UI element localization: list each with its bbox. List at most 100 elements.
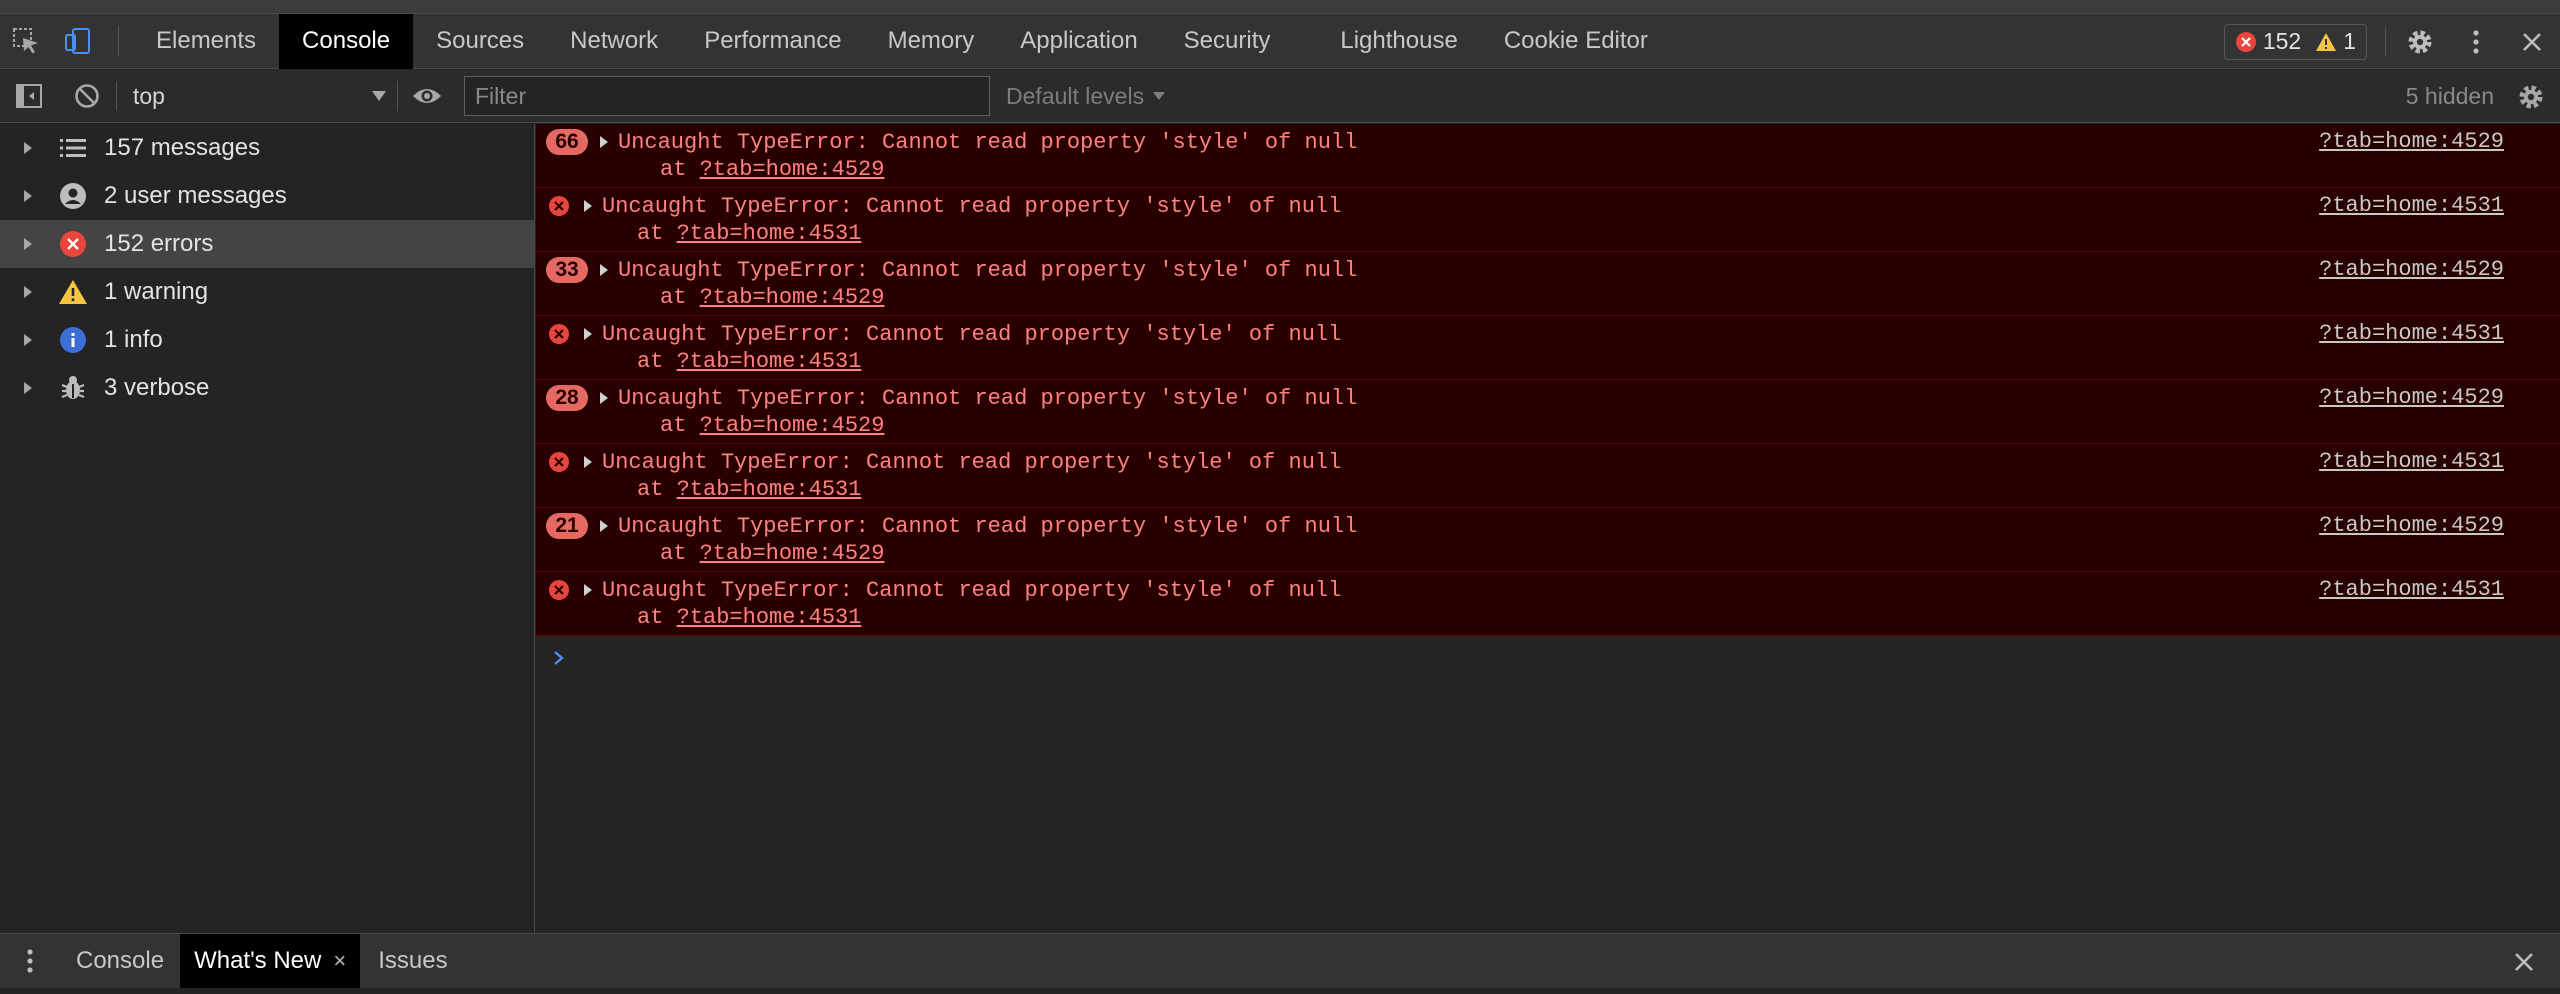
expand-arrow-icon[interactable]: [596, 391, 612, 405]
expand-arrow-icon[interactable]: [0, 381, 56, 395]
stack-frame-link[interactable]: ?tab=home:4529: [700, 157, 885, 182]
close-devtools-button[interactable]: [2504, 14, 2560, 69]
expand-arrow-icon[interactable]: [0, 285, 56, 299]
sidebar-item-errors[interactable]: 152 errors: [0, 220, 534, 268]
expand-arrow-icon[interactable]: [0, 333, 56, 347]
inspect-cursor-icon: [13, 28, 38, 54]
error-text: Uncaught TypeError: Cannot read property…: [602, 193, 1342, 219]
stack-frame-link[interactable]: ?tab=home:4529: [700, 285, 885, 310]
tab-memory[interactable]: Memory: [865, 14, 998, 69]
close-tab-icon[interactable]: ×: [333, 948, 346, 974]
drawer-tab-whats-new[interactable]: What's New ×: [180, 933, 361, 989]
drawer-tab-console[interactable]: Console: [60, 934, 180, 989]
sidebar-item-messages[interactable]: 157 messages: [0, 124, 534, 172]
error-icon: [546, 321, 572, 347]
expand-arrow-icon[interactable]: [596, 263, 612, 277]
console-messages: 66 Uncaught TypeError: Cannot read prope…: [536, 124, 2560, 933]
tab-security[interactable]: Security: [1161, 14, 1294, 69]
toggle-sidebar-button[interactable]: [0, 70, 58, 123]
source-link[interactable]: ?tab=home:4529: [2319, 129, 2504, 154]
source-link[interactable]: ?tab=home:4531: [2319, 321, 2504, 346]
warning-icon: [56, 278, 90, 306]
drawer-menu-button[interactable]: [0, 934, 60, 989]
tab-sources[interactable]: Sources: [413, 14, 547, 69]
expand-arrow-icon[interactable]: [580, 455, 596, 469]
tab-application[interactable]: Application: [997, 14, 1160, 69]
console-error-message[interactable]: Uncaught TypeError: Cannot read property…: [536, 316, 2560, 380]
stack-frame-link[interactable]: ?tab=home:4529: [700, 541, 885, 566]
close-drawer-button[interactable]: [2496, 934, 2552, 989]
sidebar-item-verbose[interactable]: 3 verbose: [0, 364, 534, 412]
stack-frame-link[interactable]: ?tab=home:4531: [677, 477, 862, 502]
stack-frame-link[interactable]: ?tab=home:4529: [700, 413, 885, 438]
stack-frame: at ?tab=home:4531: [637, 477, 862, 502]
console-error-message[interactable]: 66 Uncaught TypeError: Cannot read prope…: [536, 124, 2560, 188]
sidebar-item-label: 1 warning: [104, 278, 209, 305]
error-text: Uncaught TypeError: Cannot read property…: [602, 321, 1342, 347]
expand-arrow-icon[interactable]: [580, 327, 596, 341]
source-link[interactable]: ?tab=home:4529: [2319, 385, 2504, 410]
tab-lighthouse[interactable]: Lighthouse: [1317, 14, 1480, 69]
error-text: Uncaught TypeError: Cannot read property…: [602, 449, 1342, 475]
user-icon: [56, 182, 90, 210]
source-link[interactable]: ?tab=home:4531: [2319, 193, 2504, 218]
drawer-tab-issues[interactable]: Issues: [360, 934, 465, 989]
expand-arrow-icon[interactable]: [596, 519, 612, 533]
error-text: Uncaught TypeError: Cannot read property…: [618, 385, 1358, 411]
console-error-message[interactable]: 21 Uncaught TypeError: Cannot read prope…: [536, 508, 2560, 572]
issue-counter[interactable]: 152 1: [2223, 23, 2367, 60]
console-settings-button[interactable]: [2502, 70, 2560, 123]
console-toolbar: top Default levels 5 hidden: [0, 70, 2560, 123]
drawer-tab-bar: Console What's New × Issues: [0, 933, 2560, 989]
toolbar-divider: [2385, 26, 2386, 57]
tab-performance[interactable]: Performance: [681, 14, 864, 69]
more-options-button[interactable]: [2448, 14, 2504, 69]
clear-console-button[interactable]: [58, 70, 116, 123]
live-expression-button[interactable]: [398, 70, 456, 123]
source-link[interactable]: ?tab=home:4531: [2319, 449, 2504, 474]
console-error-message[interactable]: 33 Uncaught TypeError: Cannot read prope…: [536, 252, 2560, 316]
expand-arrow-icon[interactable]: [580, 199, 596, 213]
console-error-message[interactable]: Uncaught TypeError: Cannot read property…: [536, 188, 2560, 252]
log-levels-label: Default levels: [1006, 82, 1145, 109]
console-error-message[interactable]: 28 Uncaught TypeError: Cannot read prope…: [536, 380, 2560, 444]
stack-frame-link[interactable]: ?tab=home:4531: [677, 605, 862, 630]
warning-icon: [2316, 32, 2337, 51]
error-icon: [2235, 31, 2256, 52]
stack-frame: at ?tab=home:4531: [637, 349, 862, 374]
stack-frame-link[interactable]: ?tab=home:4531: [677, 349, 862, 374]
tab-console[interactable]: Console: [279, 13, 414, 69]
expand-arrow-icon[interactable]: [0, 237, 56, 251]
sidebar-item-info[interactable]: 1 info: [0, 316, 534, 364]
expand-arrow-icon[interactable]: [580, 583, 596, 597]
device-toolbar-button[interactable]: [52, 14, 104, 69]
repeat-count-badge: 21: [546, 513, 588, 539]
error-text: Uncaught TypeError: Cannot read property…: [618, 129, 1358, 155]
console-sidebar: 157 messages 2 user messages 152 errors …: [0, 124, 535, 933]
expand-arrow-icon[interactable]: [596, 135, 612, 149]
sidebar-item-warnings[interactable]: 1 warning: [0, 268, 534, 316]
console-prompt[interactable]: [536, 636, 2560, 680]
settings-button[interactable]: [2392, 14, 2448, 69]
context-selector[interactable]: top: [117, 76, 397, 116]
expand-arrow-icon[interactable]: [0, 141, 56, 155]
sidebar-item-user-messages[interactable]: 2 user messages: [0, 172, 534, 220]
log-levels-dropdown[interactable]: Default levels: [1006, 83, 1166, 110]
error-text: Uncaught TypeError: Cannot read property…: [602, 577, 1342, 603]
console-error-message[interactable]: Uncaught TypeError: Cannot read property…: [536, 444, 2560, 508]
tab-cookie-editor[interactable]: Cookie Editor: [1481, 14, 1671, 69]
expand-arrow-icon[interactable]: [0, 189, 56, 203]
kebab-menu-icon: [2473, 29, 2479, 54]
inspect-element-button[interactable]: [0, 14, 52, 69]
source-link[interactable]: ?tab=home:4529: [2319, 257, 2504, 282]
tab-elements[interactable]: Elements: [133, 14, 279, 69]
filter-input[interactable]: [464, 76, 990, 116]
stack-frame-link[interactable]: ?tab=home:4531: [677, 221, 862, 246]
source-link[interactable]: ?tab=home:4529: [2319, 513, 2504, 538]
console-error-message[interactable]: Uncaught TypeError: Cannot read property…: [536, 572, 2560, 636]
error-icon: [56, 230, 90, 258]
stack-frame: at ?tab=home:4529: [660, 413, 885, 438]
close-icon: [2515, 952, 2533, 971]
source-link[interactable]: ?tab=home:4531: [2319, 577, 2504, 602]
tab-network[interactable]: Network: [547, 14, 681, 69]
